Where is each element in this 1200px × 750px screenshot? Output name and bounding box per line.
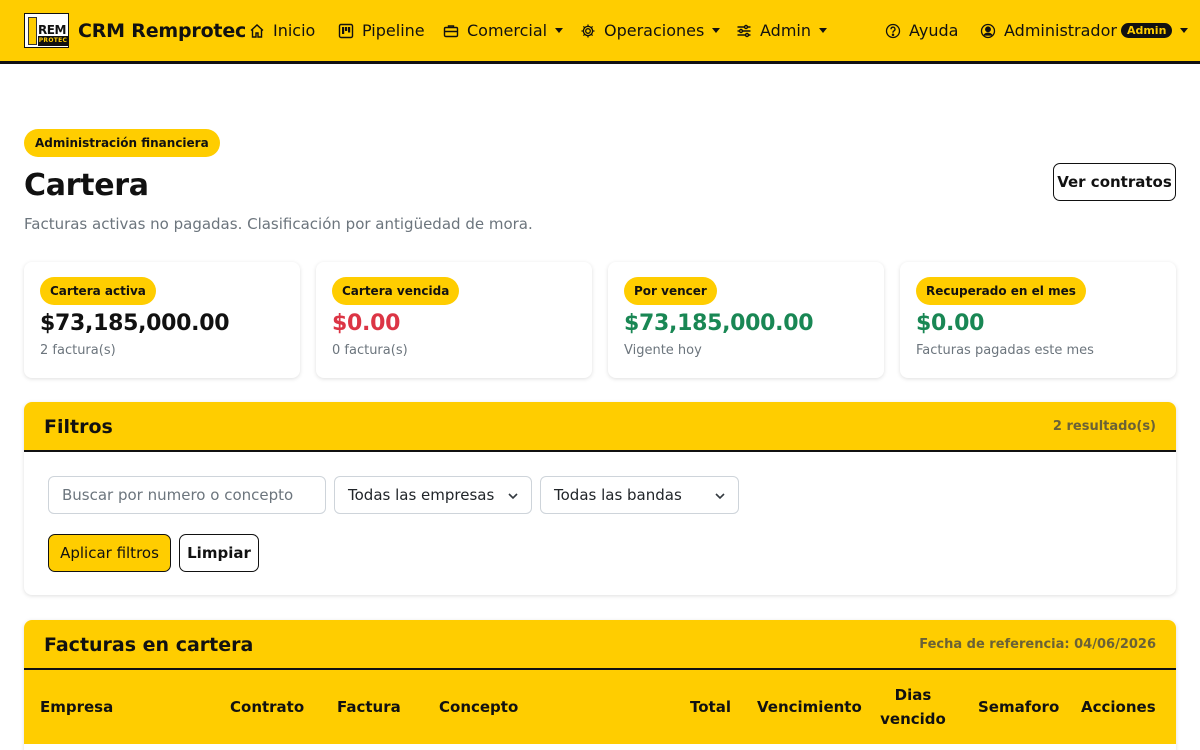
- column-header-dias-line2: vencido: [880, 710, 946, 728]
- company-select-value: Todas las empresas: [348, 486, 495, 504]
- chevron-down-icon: [1180, 28, 1189, 33]
- nav-operaciones-label: Operaciones: [604, 21, 705, 40]
- column-header-dias-line1: Dias: [894, 686, 932, 704]
- nav-admin[interactable]: Admin: [736, 0, 827, 61]
- user-role-badge: Admin: [1120, 23, 1173, 38]
- column-header-vencimiento[interactable]: Vencimiento: [757, 695, 862, 719]
- stat-note: Vigente hoy: [624, 343, 702, 358]
- nav-ayuda[interactable]: Ayuda: [885, 0, 958, 61]
- column-header-contrato[interactable]: Contrato: [230, 695, 304, 719]
- chevron-down-icon: [819, 28, 827, 33]
- column-header-acciones: Acciones: [1081, 698, 1156, 716]
- logo-bar: [28, 17, 37, 45]
- stat-card-active: Cartera activa $73,185,000.00 2 factura(…: [24, 262, 300, 378]
- stat-amount: $0.00: [916, 311, 985, 336]
- stat-note: Facturas pagadas este mes: [916, 343, 1094, 358]
- section-badge: Administración financiera: [24, 129, 220, 157]
- nav-inicio[interactable]: Inicio: [249, 0, 315, 61]
- stat-label: Cartera vencida: [332, 277, 460, 305]
- home-icon: [250, 23, 264, 38]
- top-navbar: REM PROTEC CRM Remprotec Inicio Pipeline…: [0, 0, 1200, 64]
- chevron-down-icon: [715, 493, 725, 500]
- clear-filters-button[interactable]: Limpiar: [179, 534, 259, 572]
- stat-label: Cartera activa: [40, 277, 156, 305]
- kanban-icon: [338, 23, 354, 38]
- filters-panel: Filtros 2 resultado(s) Buscar por numero…: [24, 402, 1176, 595]
- apply-filters-button[interactable]: Aplicar filtros: [48, 534, 171, 572]
- filters-title: Filtros: [44, 416, 113, 438]
- chevron-down-icon: [508, 493, 518, 500]
- column-header-total[interactable]: Total: [690, 695, 731, 719]
- band-select[interactable]: Todas las bandas: [540, 476, 739, 514]
- briefcase-icon: [443, 24, 459, 37]
- nav-comercial-label: Comercial: [467, 21, 548, 40]
- stat-card-upcoming: Por vencer $73,185,000.00 Vigente hoy: [608, 262, 884, 378]
- column-header-semaforo[interactable]: Semaforo: [978, 695, 1059, 719]
- column-header-empresa[interactable]: Empresa: [40, 695, 113, 719]
- logo-text-top: REM: [38, 23, 66, 37]
- view-contracts-button[interactable]: Ver contratos: [1053, 163, 1176, 201]
- column-header-dias-vencido[interactable]: Dias vencido: [872, 683, 954, 731]
- invoices-header: Facturas en cartera Fecha de referencia:…: [24, 620, 1176, 670]
- sliders-icon: [737, 24, 751, 37]
- brand[interactable]: REM PROTEC CRM Remprotec: [24, 13, 246, 48]
- column-header-concepto[interactable]: Concepto: [439, 695, 518, 719]
- stat-label: Recuperado en el mes: [916, 277, 1086, 305]
- nav-pipeline[interactable]: Pipeline: [338, 0, 425, 61]
- nav-ayuda-label: Ayuda: [909, 21, 959, 40]
- logo-text-bottom: PROTEC: [38, 36, 68, 46]
- invoices-title: Facturas en cartera: [44, 634, 254, 656]
- chevron-down-icon: [712, 28, 721, 33]
- company-logo: REM PROTEC: [24, 13, 69, 48]
- stat-amount: $73,185,000.00: [40, 311, 230, 336]
- user-circle-icon: [980, 23, 996, 38]
- chevron-down-icon: [555, 28, 564, 33]
- gear-icon: [581, 24, 595, 37]
- filters-header: Filtros 2 resultado(s): [24, 402, 1176, 452]
- band-select-value: Todas las bandas: [554, 486, 682, 504]
- search-input[interactable]: Buscar por numero o concepto: [48, 476, 326, 514]
- nav-pipeline-label: Pipeline: [362, 21, 425, 40]
- user-name: Administrador: [1004, 21, 1117, 40]
- stat-card-recovered: Recuperado en el mes $0.00 Facturas paga…: [900, 262, 1176, 378]
- stat-note: 0 factura(s): [332, 343, 408, 358]
- nav-operaciones[interactable]: Operaciones: [580, 0, 721, 61]
- reference-date: Fecha de referencia: 04/06/2026: [919, 637, 1156, 652]
- stat-amount: $0.00: [332, 311, 401, 336]
- nav-comercial[interactable]: Comercial: [443, 0, 564, 61]
- invoices-panel: Facturas en cartera Fecha de referencia:…: [24, 620, 1176, 750]
- nav-admin-label: Admin: [760, 21, 811, 40]
- user-menu[interactable]: Administrador Admin: [980, 0, 1189, 61]
- column-header-factura[interactable]: Factura: [337, 695, 401, 719]
- stat-note: 2 factura(s): [40, 343, 116, 358]
- page-title: Cartera: [24, 168, 149, 203]
- stat-card-overdue: Cartera vencida $0.00 0 factura(s): [316, 262, 592, 378]
- brand-name: CRM Remprotec: [78, 19, 247, 42]
- invoices-table-header: Empresa Contrato Factura Concepto Total …: [24, 670, 1176, 744]
- stat-label: Por vencer: [624, 277, 717, 305]
- page-subtitle: Facturas activas no pagadas. Clasificaci…: [24, 215, 533, 233]
- nav-inicio-label: Inicio: [273, 21, 316, 40]
- company-select[interactable]: Todas las empresas: [334, 476, 532, 514]
- question-circle-icon: [885, 23, 901, 38]
- stat-amount: $73,185,000.00: [624, 311, 814, 336]
- result-count: 2 resultado(s): [1052, 419, 1156, 434]
